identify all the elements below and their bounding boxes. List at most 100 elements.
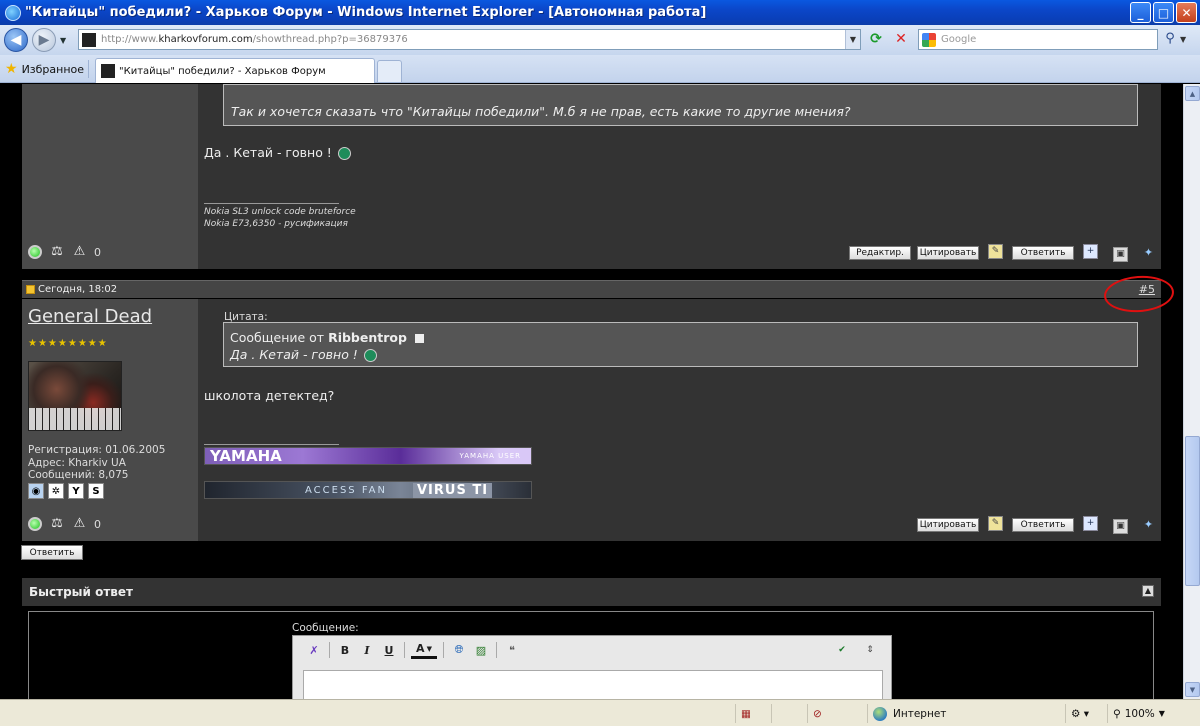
- thanks-icon[interactable]: ▣: [1113, 247, 1128, 262]
- quote-from-prefix: Сообщение от: [230, 330, 329, 345]
- vertical-scrollbar[interactable]: ▲ ▼: [1183, 84, 1200, 699]
- message-label: Сообщение:: [292, 622, 359, 634]
- post5-status-count: 0: [94, 517, 101, 531]
- user-address: Адрес: Kharkiv UA: [28, 456, 126, 469]
- skype-icon[interactable]: S: [88, 483, 104, 499]
- yamaha-logo-text: YAMAHA: [210, 447, 282, 465]
- scroll-thumb[interactable]: [1185, 436, 1200, 586]
- quote-author: Ribbentrop: [328, 330, 407, 345]
- search-icon[interactable]: ⚲: [1160, 31, 1180, 49]
- signature-line-1[interactable]: Nokia SL3 unlock code bruteforce: [204, 206, 356, 218]
- close-button[interactable]: ✕: [1176, 2, 1197, 23]
- stop-icon[interactable]: ✕: [892, 31, 910, 49]
- insert-image-icon[interactable]: ▨: [472, 641, 490, 659]
- post5-message: школота детектед?: [204, 388, 335, 403]
- search-input[interactable]: Google: [918, 29, 1158, 50]
- yamaha-user-tag: YAMAHA USER: [459, 452, 521, 460]
- thanks-icon[interactable]: ▣: [1113, 519, 1128, 534]
- underline-button[interactable]: U: [380, 641, 398, 659]
- font-color-button[interactable]: A ▼: [411, 641, 437, 659]
- status-addon-icon[interactable]: ▦: [735, 704, 771, 723]
- history-dropdown-icon[interactable]: ▼: [60, 36, 66, 45]
- status-tools-icon[interactable]: ⚙ ▾: [1065, 704, 1107, 723]
- edit-button[interactable]: Редактир.: [849, 246, 911, 260]
- back-button[interactable]: ◀: [4, 28, 28, 52]
- reply-button[interactable]: Ответить: [1012, 518, 1074, 532]
- maximize-button[interactable]: □: [1153, 2, 1174, 23]
- protected-mode-icon[interactable]: ⊘: [807, 704, 867, 723]
- quick-quote-icon[interactable]: ✎: [988, 244, 1003, 259]
- tab-active[interactable]: "Китайцы" победили? - Харьков Форум: [95, 58, 375, 83]
- quick-reply-header: Быстрый ответ ▲: [22, 578, 1161, 606]
- icq-icon[interactable]: ◉: [28, 483, 44, 499]
- forward-button[interactable]: ▶: [32, 28, 56, 52]
- post-status-icon: [26, 285, 35, 294]
- multiquote-icon[interactable]: +: [1083, 244, 1098, 259]
- multiquote-icon[interactable]: +: [1083, 516, 1098, 531]
- collapse-icon[interactable]: ▲: [1142, 585, 1154, 597]
- toolbar-separator: [496, 642, 497, 658]
- reputation-icon[interactable]: ⚖: [49, 517, 65, 531]
- site-favicon-icon: [82, 32, 96, 47]
- reply-button[interactable]: Ответить: [1012, 246, 1074, 260]
- post4-message-text: Да . Кетай - говно !: [204, 145, 332, 160]
- url-prefix: http://www.: [101, 34, 159, 45]
- quote-button[interactable]: Цитировать: [917, 246, 979, 260]
- jabber-icon[interactable]: ✲: [48, 483, 64, 499]
- signature-line-2[interactable]: Nokia E73,6350 - русификация: [204, 218, 356, 230]
- quick-reply-title: Быстрый ответ: [29, 585, 133, 599]
- contact-icons: ◉ ✲ Y S: [28, 483, 104, 499]
- post4-quote: Так и хочется сказать что "Китайцы побед…: [223, 84, 1138, 126]
- spellcheck-icon[interactable]: ✔: [833, 641, 851, 659]
- security-zone[interactable]: Интернет: [867, 704, 1065, 723]
- toolbar-separator: [443, 642, 444, 658]
- quote-attribution: Сообщение от Ribbentrop: [230, 330, 425, 345]
- yamaha-banner[interactable]: YAMAHA YAMAHA USER: [204, 447, 532, 465]
- yahoo-icon[interactable]: Y: [68, 483, 84, 499]
- view-post-icon[interactable]: [413, 333, 425, 344]
- virus-ti-text: VIRUS TI: [412, 482, 493, 498]
- quote-button[interactable]: Цитировать: [917, 518, 979, 532]
- scroll-down-icon[interactable]: ▼: [1185, 682, 1200, 697]
- smiley-icon: [337, 147, 351, 160]
- avatar-keys: [29, 408, 121, 430]
- ie-logo-icon: [5, 4, 21, 21]
- refresh-icon[interactable]: ⟳: [866, 31, 886, 49]
- smiley-icon: [363, 349, 377, 362]
- remove-format-icon[interactable]: ✗: [305, 641, 323, 659]
- address-input[interactable]: http://www. kharkovforum.com/showthread.p…: [78, 29, 861, 50]
- user-profile-icon[interactable]: ✦: [1141, 245, 1156, 260]
- insert-quote-icon[interactable]: ❝: [503, 641, 521, 659]
- italic-button[interactable]: I: [358, 641, 376, 659]
- post5-quote-line: Да . Кетай - говно !: [230, 347, 377, 362]
- message-textarea[interactable]: [303, 670, 883, 699]
- address-dropdown-icon[interactable]: ▼: [845, 30, 860, 49]
- username-link[interactable]: General Dead: [28, 306, 152, 327]
- post4-quote-text: Так и хочется сказать что "Китайцы побед…: [231, 104, 851, 119]
- zoom-dropdown-icon: ▼: [1158, 709, 1165, 718]
- minimize-button[interactable]: _: [1130, 2, 1151, 23]
- registration-date: Регистрация: 01.06.2005: [28, 444, 166, 456]
- insert-link-icon[interactable]: 🌐︎: [450, 641, 468, 659]
- scroll-up-icon[interactable]: ▲: [1185, 86, 1200, 101]
- post5-date: Сегодня, 18:02: [38, 284, 118, 295]
- zoom-control[interactable]: ⚲ 100% ▼: [1107, 704, 1197, 723]
- report-icon[interactable]: ⚠: [72, 245, 87, 259]
- reputation-icon[interactable]: ⚖: [49, 245, 65, 259]
- quick-quote-icon[interactable]: ✎: [988, 516, 1003, 531]
- zoom-level: 100%: [1124, 707, 1155, 720]
- user-info: Регистрация: 01.06.2005 Адрес: Kharkiv U…: [28, 444, 165, 482]
- thread-reply-button[interactable]: Ответить: [21, 545, 83, 560]
- search-options-icon[interactable]: ▼: [1180, 35, 1186, 44]
- user-profile-icon[interactable]: ✦: [1141, 517, 1156, 532]
- post5-quote-text: Да . Кетай - говно !: [230, 347, 358, 362]
- bold-button[interactable]: B: [336, 641, 354, 659]
- message-count: Сообщений: 8,075: [28, 469, 129, 481]
- resize-editor-icon[interactable]: ⇕: [861, 641, 879, 659]
- signature-divider: [204, 203, 339, 204]
- new-tab-button[interactable]: [377, 60, 402, 82]
- access-virus-banner[interactable]: ACCESS FAN VIRUS TI: [204, 481, 532, 499]
- favorites-button[interactable]: ★ Избранное: [5, 61, 84, 77]
- font-color-label: A: [416, 642, 425, 655]
- report-icon[interactable]: ⚠: [72, 517, 87, 531]
